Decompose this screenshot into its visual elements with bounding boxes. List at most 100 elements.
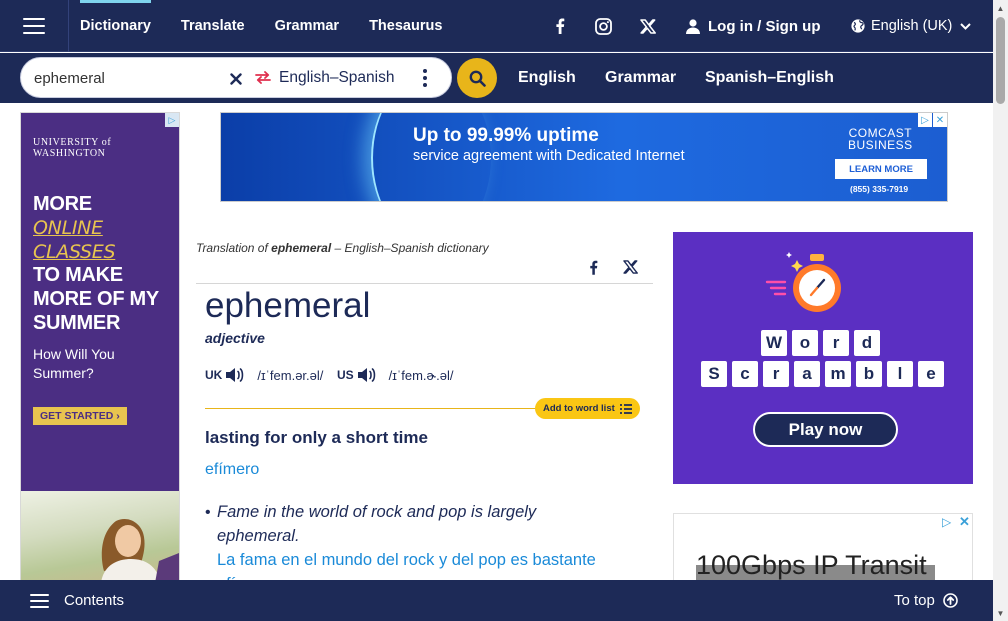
letter-tile: r bbox=[763, 361, 789, 387]
ad-headline-line: SUMMER bbox=[33, 312, 121, 334]
ad-headline-line: CLASSES bbox=[33, 241, 116, 263]
translation-link[interactable]: efímero bbox=[205, 461, 259, 479]
nav-link-translate[interactable]: Translate bbox=[181, 0, 245, 52]
nav-links: Dictionary Translate Grammar Thesaurus bbox=[80, 0, 472, 52]
search-box: English–Spanish bbox=[20, 57, 452, 98]
ad-headline-line: MORE bbox=[33, 193, 92, 215]
sense-divider bbox=[205, 408, 545, 409]
quicklink-grammar[interactable]: Grammar bbox=[605, 53, 676, 103]
language-selector[interactable]: English (UK) bbox=[851, 0, 972, 52]
letter-tile: W bbox=[761, 330, 787, 356]
stopwatch-icon bbox=[765, 252, 841, 312]
ad-subheadline: How Will You Summer? bbox=[33, 346, 115, 381]
part-of-speech: adjective bbox=[205, 330, 265, 346]
ipa-us: /ɪˈfem.ɚ.əl/ bbox=[388, 367, 454, 383]
ad-choices-icon[interactable]: ▷ bbox=[942, 515, 951, 529]
share-facebook-icon[interactable] bbox=[583, 257, 603, 277]
user-icon bbox=[686, 18, 700, 34]
ad-cta-button[interactable]: GET STARTED › bbox=[33, 407, 127, 425]
letter-tile: l bbox=[887, 361, 913, 387]
ad-headline: 100Gbps IP Transit bbox=[696, 550, 927, 580]
bottom-bar: Contents To top bbox=[0, 580, 993, 621]
contents-button[interactable]: Contents bbox=[30, 580, 124, 621]
letter-tile: o bbox=[792, 330, 818, 356]
bullet: • bbox=[205, 504, 211, 521]
left-skyscraper-ad[interactable]: UNIVERSITY of WASHINGTON MORE ONLINE CLA… bbox=[20, 112, 180, 582]
login-label: Log in / Sign up bbox=[708, 17, 821, 35]
contents-label: Contents bbox=[64, 592, 125, 609]
nav-link-thesaurus[interactable]: Thesaurus bbox=[369, 0, 442, 52]
play-now-button[interactable]: Play now bbox=[753, 412, 898, 447]
translation-breadcrumb: Translation of ephemeral – English–Spani… bbox=[196, 241, 489, 255]
nav-link-grammar[interactable]: Grammar bbox=[275, 0, 339, 52]
ad-choices-icon[interactable]: ▷ bbox=[165, 113, 179, 127]
ad-headline: Up to 99.99% uptime bbox=[413, 125, 599, 146]
pronunciation-uk: UK /ɪˈfem.ər.əl/ bbox=[205, 366, 323, 384]
language-label: English (UK) bbox=[871, 18, 953, 34]
chevron-down-icon bbox=[960, 22, 972, 30]
globe-icon bbox=[851, 19, 865, 33]
letter-tile: m bbox=[825, 361, 851, 387]
top-banner-ad[interactable]: Up to 99.99% uptime service agreement wi… bbox=[220, 112, 948, 202]
pronunciation-us: US /ɪˈfem.ɚ.əl/ bbox=[337, 366, 453, 384]
ad-brand: COMCAST BUSINESS bbox=[848, 126, 913, 152]
quicklink-spanish-english[interactable]: Spanish–English bbox=[705, 53, 834, 103]
scroll-up-arrow-icon[interactable]: ▲ bbox=[996, 3, 1005, 13]
search-button[interactable] bbox=[457, 58, 497, 98]
ad-learn-more-button[interactable]: LEARN MORE bbox=[835, 159, 927, 179]
ad-choices-icon[interactable]: ▷ bbox=[918, 113, 932, 127]
instagram-icon[interactable] bbox=[588, 0, 618, 52]
ad-headline-line: TO MAKE bbox=[33, 264, 123, 286]
speaker-icon[interactable] bbox=[225, 367, 245, 383]
dictionary-selector[interactable]: English–Spanish bbox=[255, 58, 394, 97]
to-top-label: To top bbox=[894, 592, 935, 609]
top-navigation: Dictionary Translate Grammar Thesaurus L… bbox=[0, 0, 993, 52]
letter-tile: r bbox=[823, 330, 849, 356]
login-link[interactable]: Log in / Sign up bbox=[686, 0, 820, 52]
letter-tile: d bbox=[854, 330, 880, 356]
ip-transit-ad[interactable]: 100Gbps IP Transit ▷ ✕ bbox=[673, 513, 973, 583]
page-scrollbar[interactable]: ▲ ▼ bbox=[993, 0, 1008, 621]
search-input[interactable] bbox=[34, 68, 224, 88]
uw-ad-panel: UNIVERSITY of WASHINGTON MORE ONLINE CLA… bbox=[21, 113, 179, 491]
ad-phone: (855) 335-7919 bbox=[850, 184, 909, 194]
letter-tile: e bbox=[918, 361, 944, 387]
add-to-word-list-button[interactable]: Add to word list bbox=[535, 398, 640, 419]
quicklink-english[interactable]: English bbox=[518, 53, 576, 103]
letter-tile: b bbox=[856, 361, 882, 387]
letter-tile: c bbox=[732, 361, 758, 387]
headword: ephemeral bbox=[205, 286, 371, 325]
x-icon[interactable] bbox=[633, 0, 663, 52]
scroll-down-arrow-icon[interactable]: ▼ bbox=[996, 608, 1005, 618]
ad-close-icon[interactable]: ✕ bbox=[933, 113, 947, 127]
menu-button[interactable] bbox=[0, 0, 69, 52]
region-label: UK bbox=[205, 368, 223, 382]
nav-link-dictionary[interactable]: Dictionary bbox=[80, 0, 151, 52]
to-top-button[interactable]: To top bbox=[894, 580, 958, 621]
more-options-button[interactable] bbox=[417, 69, 433, 87]
arrow-up-circle-icon bbox=[943, 593, 958, 608]
person-photo bbox=[101, 518, 179, 581]
ipa-uk: /ɪˈfem.ər.əl/ bbox=[257, 367, 324, 383]
ad-headline-line: MORE OF MY bbox=[33, 288, 159, 310]
ad-close-icon[interactable]: ✕ bbox=[959, 514, 970, 530]
example-sentence: Fame in the world of rock and pop is lar… bbox=[217, 503, 537, 545]
ad-photo bbox=[21, 491, 179, 581]
hamburger-icon bbox=[23, 18, 45, 34]
definition: lasting for only a short time bbox=[205, 428, 428, 447]
share-x-icon[interactable] bbox=[620, 257, 640, 277]
scrollbar-thumb[interactable] bbox=[996, 17, 1005, 104]
word-scramble-ad[interactable]: W o r d S c r a m b l e Play now bbox=[673, 232, 973, 484]
dictionary-label: English–Spanish bbox=[279, 68, 395, 86]
speaker-icon[interactable] bbox=[357, 367, 377, 383]
search-bar-row: English–Spanish English Grammar Spanish–… bbox=[0, 53, 993, 103]
hamburger-icon bbox=[30, 593, 49, 608]
clear-search-button[interactable] bbox=[226, 69, 246, 89]
ad-subheadline: service agreement with Dedicated Interne… bbox=[413, 148, 685, 164]
swap-arrows-icon bbox=[255, 71, 271, 84]
letter-tile: a bbox=[794, 361, 820, 387]
facebook-icon[interactable] bbox=[545, 0, 575, 52]
ad-brand: UNIVERSITY of WASHINGTON bbox=[33, 137, 112, 159]
ad-headline-line: ONLINE bbox=[33, 217, 103, 239]
letter-tile: S bbox=[701, 361, 727, 387]
